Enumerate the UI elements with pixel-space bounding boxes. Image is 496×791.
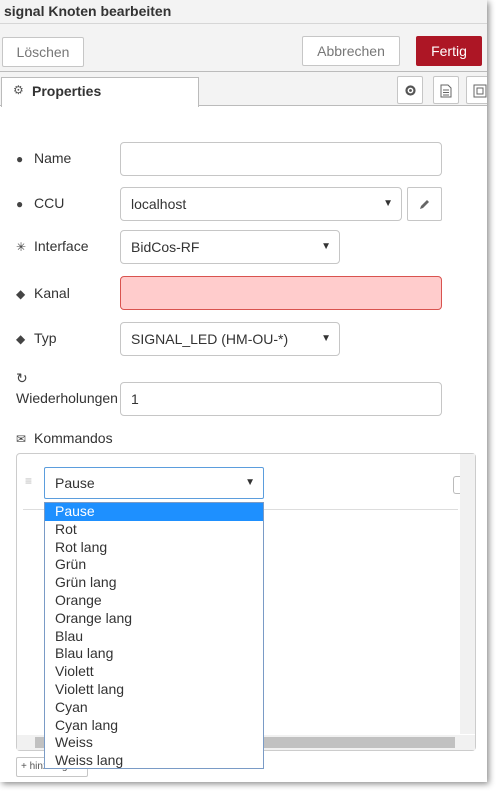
dropdown-option[interactable]: Pause — [45, 503, 263, 521]
kommandos-label-row: ✉ Kommandos — [16, 430, 113, 446]
gear-icon: ⚙ — [13, 83, 24, 97]
description-tab-button[interactable] — [433, 76, 459, 104]
asterisk-icon: ✳ — [16, 240, 27, 254]
command-dropdown: Pause Rot Rot lang Grün Grün lang Orange… — [44, 502, 264, 769]
refresh-icon: ↻ — [16, 370, 28, 386]
ccu-select-value: localhost — [131, 196, 187, 212]
dropdown-option[interactable]: Grün — [45, 556, 263, 574]
wiederholungen-label: Wiederholungen — [16, 390, 118, 406]
command-select-value: Pause — [55, 475, 95, 491]
ccu-label-row: ● CCU — [16, 195, 64, 211]
refresh-icon-row: ↻ — [16, 370, 34, 387]
done-button[interactable]: Fertig — [416, 36, 482, 66]
document-icon — [440, 84, 452, 98]
vertical-scrollbar[interactable] — [460, 454, 475, 734]
ccu-select[interactable]: localhost ▼ — [120, 187, 402, 221]
kanal-label: Kanal — [34, 285, 70, 301]
button-bar: Löschen Abbrechen Fertig — [0, 24, 487, 72]
typ-select-value: SIGNAL_LED (HM-OU-*) — [131, 331, 289, 347]
dropdown-option[interactable]: Orange lang — [45, 610, 263, 628]
tab-properties[interactable]: ⚙ Properties — [1, 77, 199, 107]
dropdown-option[interactable]: Violett lang — [45, 681, 263, 699]
dialog-title: signal Knoten bearbeiten — [4, 3, 172, 19]
globe-icon: ● — [16, 152, 24, 166]
envelope-icon: ✉ — [16, 432, 27, 446]
settings-tab-button[interactable] — [397, 76, 423, 104]
kommandos-label: Kommandos — [34, 430, 113, 446]
name-label-row: ● Name — [16, 150, 71, 166]
name-field[interactable] — [120, 142, 442, 176]
dropdown-option[interactable]: Blau lang — [45, 645, 263, 663]
edit-dialog: signal Knoten bearbeiten Löschen Abbrech… — [0, 0, 487, 782]
dropdown-option[interactable]: Rot — [45, 521, 263, 539]
dropdown-option[interactable]: Cyan lang — [45, 717, 263, 735]
dropdown-option[interactable]: Cyan — [45, 699, 263, 717]
tags-icon: ◆ — [16, 332, 26, 346]
interface-select[interactable]: BidCos-RF ▼ — [120, 230, 340, 264]
gear-icon — [405, 85, 416, 96]
dropdown-option[interactable]: Weiss lang — [45, 752, 263, 770]
frame-icon — [473, 84, 487, 98]
pencil-icon — [420, 200, 429, 209]
tab-bar: ⚙ Properties — [0, 72, 487, 107]
title-bar: signal Knoten bearbeiten — [0, 0, 487, 24]
chevron-down-icon: ▼ — [245, 477, 255, 488]
kanal-field[interactable] — [120, 276, 442, 310]
interface-label: Interface — [34, 238, 89, 254]
wiederholungen-label-row: Wiederholungen — [16, 390, 118, 406]
command-select[interactable]: Pause ▼ — [44, 467, 264, 499]
globe-icon: ● — [16, 197, 24, 211]
interface-select-value: BidCos-RF — [131, 239, 200, 255]
cancel-button[interactable]: Abbrechen — [302, 36, 400, 66]
dropdown-option[interactable]: Violett — [45, 663, 263, 681]
dropdown-option[interactable]: Orange — [45, 592, 263, 610]
typ-label-row: ◆ Typ — [16, 330, 57, 346]
delete-button[interactable]: Löschen — [2, 37, 84, 67]
wiederholungen-field[interactable]: 1 — [120, 382, 442, 416]
interface-label-row: ✳ Interface — [16, 238, 88, 254]
dropdown-option[interactable]: Grün lang — [45, 574, 263, 592]
chevron-down-icon: ▼ — [321, 241, 331, 252]
drag-handle-icon[interactable]: ≡ — [25, 475, 35, 487]
dropdown-option[interactable]: Rot lang — [45, 539, 263, 557]
ccu-label: CCU — [34, 195, 65, 211]
edit-ccu-button[interactable] — [407, 187, 442, 221]
appearance-tab-button[interactable] — [466, 76, 487, 104]
typ-label: Typ — [34, 330, 57, 346]
dropdown-option[interactable]: Blau — [45, 628, 263, 646]
chevron-down-icon: ▼ — [383, 198, 393, 209]
plus-icon: + — [21, 761, 27, 772]
name-label: Name — [34, 150, 72, 166]
dropdown-option[interactable]: Weiss — [45, 734, 263, 752]
chevron-down-icon: ▼ — [321, 333, 331, 344]
kanal-label-row: ◆ Kanal — [16, 285, 70, 301]
tags-icon: ◆ — [16, 287, 26, 301]
tab-properties-label: Properties — [32, 83, 102, 99]
typ-select[interactable]: SIGNAL_LED (HM-OU-*) ▼ — [120, 322, 340, 356]
